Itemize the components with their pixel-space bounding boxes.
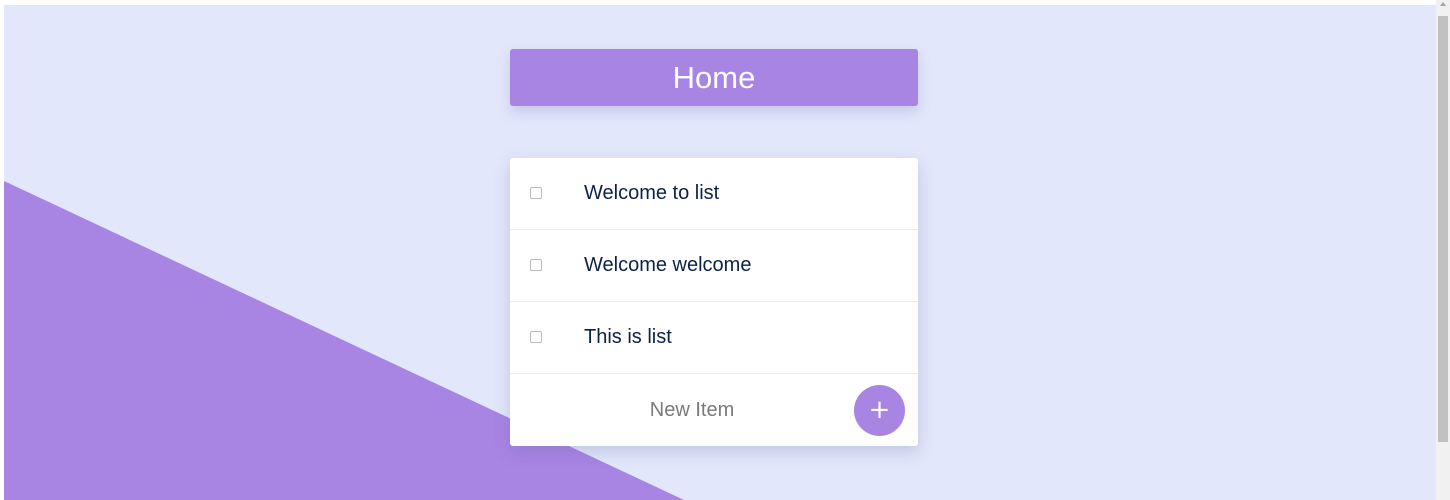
item-label: This is list <box>584 326 672 348</box>
todo-list-card: Welcome to list Welcome welcome This is … <box>510 158 918 446</box>
page-title: Home <box>510 49 918 106</box>
plus-icon: + <box>868 395 891 425</box>
vertical-scrollbar[interactable] <box>1436 0 1450 500</box>
new-item-row: + <box>510 374 918 446</box>
scrollbar-thumb[interactable] <box>1438 16 1448 442</box>
item-checkbox[interactable] <box>530 259 542 271</box>
item-checkbox[interactable] <box>530 331 542 343</box>
list-item: This is list <box>510 302 918 374</box>
add-item-button[interactable]: + <box>854 385 905 436</box>
item-label: Welcome welcome <box>584 254 752 276</box>
list-item: Welcome welcome <box>510 230 918 302</box>
item-checkbox[interactable] <box>530 187 542 199</box>
new-item-input[interactable] <box>550 394 834 426</box>
item-label: Welcome to list <box>584 182 720 204</box>
scroll-up-arrow-icon[interactable] <box>1440 2 1446 6</box>
list-item: Welcome to list <box>510 158 918 230</box>
